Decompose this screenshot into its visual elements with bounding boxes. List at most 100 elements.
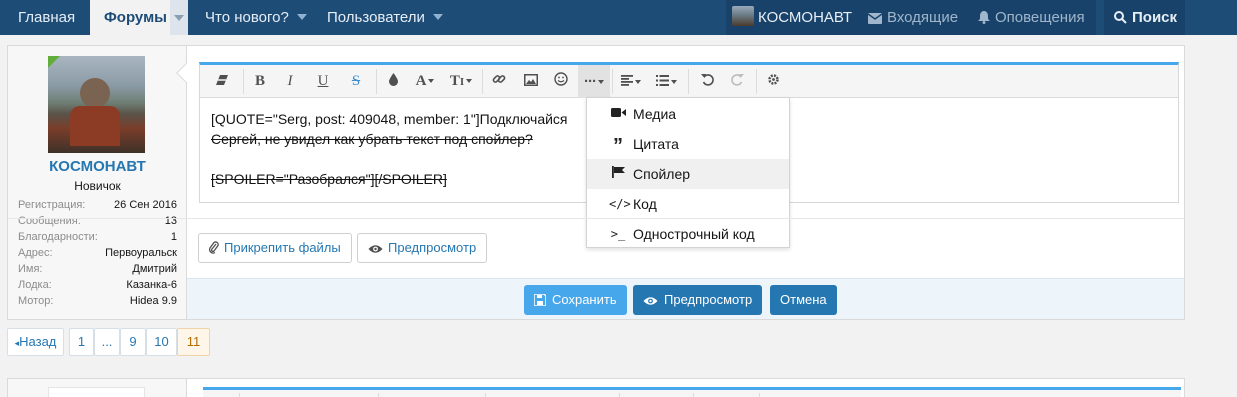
insert-link-button[interactable]	[486, 65, 512, 98]
insert-more-button[interactable]: ···	[578, 65, 610, 98]
preview-button[interactable]: Предпросмотр	[633, 285, 763, 315]
stat-key: Лодка:	[18, 279, 52, 291]
menu-item-code[interactable]: </> Код	[587, 189, 789, 219]
nav-users-label: Пользователи	[327, 9, 425, 26]
user-stats: Регистрация: 26 Сен 2016 Сообщения: 13 Бла…	[18, 197, 177, 309]
menu-item-quote[interactable]: ” Цитата	[587, 129, 789, 159]
nav-search-label: Поиск	[1132, 9, 1178, 26]
menu-item-label: Код	[633, 196, 657, 212]
stat-row: Благодарности: 1	[18, 229, 177, 245]
code-icon: </>	[609, 197, 631, 211]
toolbar-separator	[688, 69, 689, 94]
font-family-button[interactable]: A	[410, 65, 440, 98]
preview-toggle-button[interactable]: Предпросмотр	[357, 233, 488, 263]
nav-forums-label: Форумы	[104, 9, 167, 26]
pagination-page[interactable]: 10	[146, 328, 177, 356]
nav-forums-dropdown-toggle[interactable]	[170, 0, 188, 35]
toolbar-separator	[239, 393, 240, 397]
stat-value: Дмитрий	[132, 263, 177, 275]
strikethrough-button[interactable]: S	[342, 65, 370, 98]
menu-item-label: Спойлер	[633, 166, 691, 182]
pagination-page[interactable]: 9	[120, 328, 146, 356]
undo-button[interactable]	[694, 65, 720, 98]
nav-inbox[interactable]: Входящие	[858, 0, 966, 35]
nav-alerts[interactable]: Оповещения	[966, 0, 1096, 35]
stat-value: 1	[170, 231, 177, 243]
pagination-prev-label: Назад	[19, 334, 57, 349]
nav-search[interactable]: Поиск	[1104, 0, 1185, 35]
align-button[interactable]	[616, 65, 646, 98]
stat-value: Первоуральск	[105, 247, 177, 259]
stat-key: Сообщения:	[18, 215, 81, 227]
eye-icon	[643, 297, 658, 305]
eraser-icon	[216, 75, 228, 85]
user-pane: КОСМОНАВТ Новичок Регистрация: 26 Сен 201…	[8, 46, 187, 319]
insert-smilie-button[interactable]	[548, 65, 574, 98]
search-icon	[1114, 11, 1127, 24]
nav-account[interactable]: КОСМОНАВТ	[726, 0, 858, 35]
stat-row: Лодка: Казанка-6	[18, 277, 177, 293]
clear-formatting-button[interactable]	[208, 65, 236, 98]
avatar-figure-body	[70, 106, 120, 146]
nav-alerts-label: Оповещения	[995, 9, 1085, 26]
nav-users[interactable]: Пользователи	[327, 0, 443, 35]
floppy-disk-icon	[533, 293, 547, 307]
menu-item-inline-code[interactable]: >_ Однострочный код	[587, 219, 789, 249]
bold-button[interactable]: B	[246, 65, 274, 98]
align-left-icon	[621, 75, 633, 86]
pagination-page-current[interactable]: 11	[177, 328, 210, 356]
save-label: Сохранить	[552, 292, 617, 307]
droplet-icon	[388, 73, 398, 86]
stat-row: Адрес: Первоуральск	[18, 245, 177, 261]
toolbar-separator	[485, 393, 486, 397]
undo-icon	[700, 74, 714, 86]
italic-button[interactable]: I	[276, 65, 304, 98]
attach-files-label: Прикрепить файлы	[224, 240, 341, 255]
preview-toggle-label: Предпросмотр	[388, 240, 477, 255]
chevron-down-icon	[428, 79, 435, 83]
nav-inbox-label: Входящие	[887, 9, 959, 26]
menu-item-media[interactable]: Медиа	[587, 99, 789, 129]
menu-item-label: Медиа	[633, 106, 677, 122]
chevron-down-icon	[432, 14, 443, 20]
toolbar-separator	[756, 69, 757, 94]
cancel-button[interactable]: Отмена	[770, 285, 837, 315]
flag-icon	[609, 159, 627, 189]
nav-whats-new[interactable]: Что нового?	[205, 0, 307, 35]
toolbar-separator	[693, 393, 694, 397]
pagination-prev[interactable]: ◂Назад	[7, 328, 64, 356]
font-size-button[interactable]: TI	[444, 65, 478, 98]
envelope-icon	[867, 13, 883, 24]
editor-toolbar: B I U S A TI ···	[200, 65, 1178, 98]
nav-home[interactable]: Главная	[18, 0, 75, 35]
pagination-skip[interactable]: ...	[94, 328, 120, 356]
next-message-block	[7, 378, 1185, 397]
pagination-page[interactable]: 1	[69, 328, 94, 356]
menu-item-spoiler[interactable]: Спойлер	[587, 159, 789, 189]
avatar[interactable]	[48, 387, 145, 397]
list-button[interactable]	[650, 65, 682, 98]
toolbar-separator	[243, 69, 244, 94]
save-button[interactable]: Сохранить	[524, 285, 627, 315]
attach-files-button[interactable]: Прикрепить файлы	[198, 233, 352, 263]
rich-text-editor[interactable]	[203, 387, 1181, 397]
nav-forums[interactable]: Форумы	[90, 0, 188, 35]
insert-image-button[interactable]	[518, 65, 544, 98]
text-color-button[interactable]	[380, 65, 406, 98]
user-rank: Новичок	[74, 179, 121, 193]
divider	[8, 218, 1184, 219]
nav-account-name: КОСМОНАВТ	[758, 9, 853, 26]
editor-settings-button[interactable]	[760, 65, 786, 98]
avatar[interactable]	[48, 56, 145, 153]
stat-key: Благодарности:	[18, 231, 98, 243]
user-pane	[8, 379, 187, 397]
underline-button[interactable]: U	[309, 65, 337, 98]
username[interactable]: КОСМОНАВТ	[8, 158, 187, 175]
toolbar-separator	[759, 393, 760, 397]
video-camera-icon	[609, 99, 627, 129]
gear-icon	[767, 74, 779, 85]
redo-button	[724, 65, 750, 98]
link-icon	[492, 75, 506, 83]
image-icon	[524, 74, 538, 86]
avatar	[732, 6, 754, 26]
